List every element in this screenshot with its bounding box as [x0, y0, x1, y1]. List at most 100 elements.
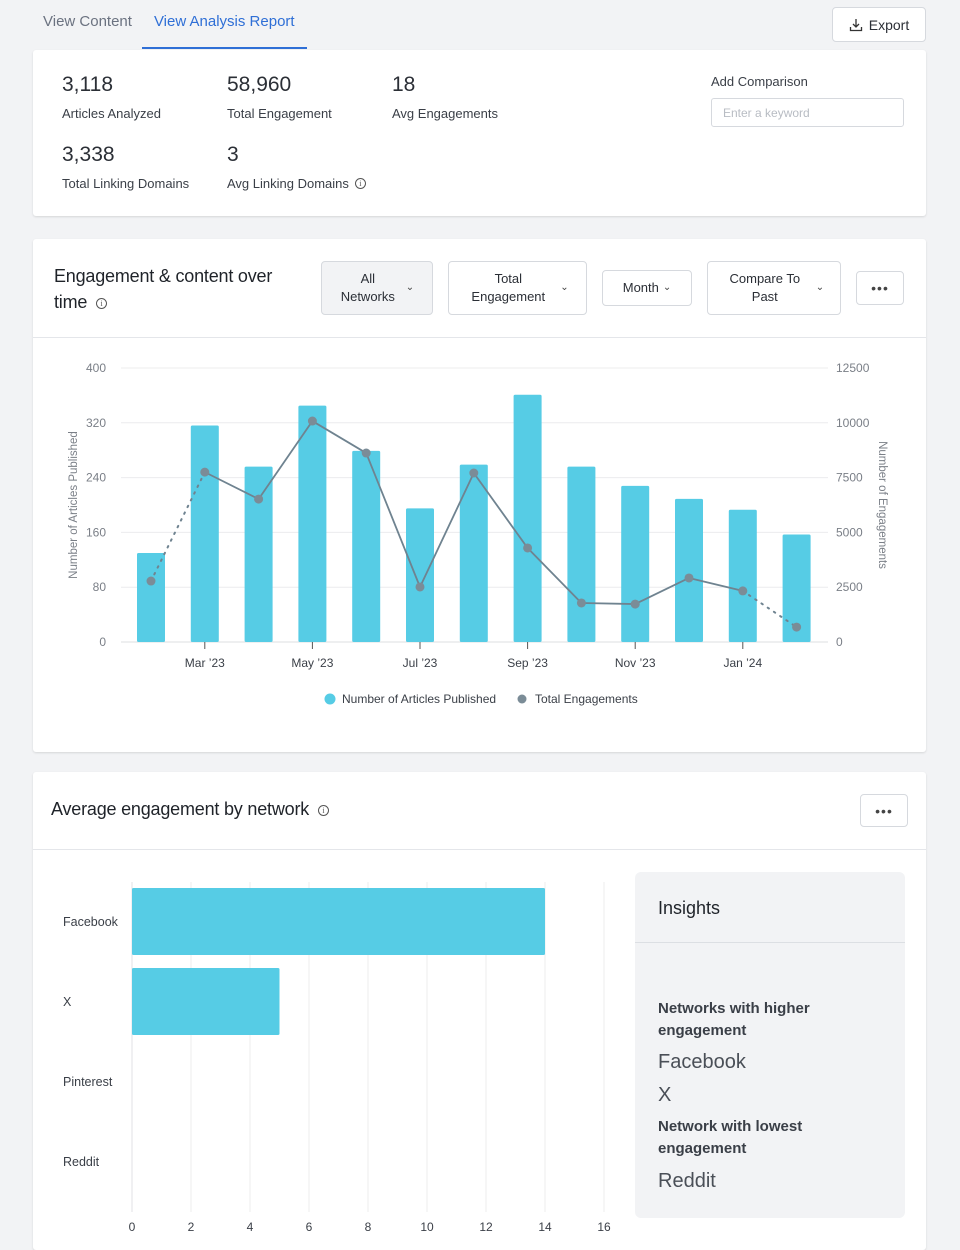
y-tick-label-right: 12500 [836, 361, 870, 375]
more-options-button[interactable]: ••• [860, 794, 908, 827]
category-label: Pinterest [63, 1075, 113, 1089]
stat-total-engagement: 58,960 Total Engagement [227, 73, 332, 121]
category-label: Reddit [63, 1155, 100, 1169]
metric-dropdown-value: Total Engagement [471, 271, 546, 304]
y-tick-label-left: 0 [99, 635, 106, 649]
x-tick-label: Jul ’23 [403, 656, 438, 670]
x-tick-label: Jan ’24 [723, 656, 762, 670]
x-tick-label: 4 [247, 1220, 254, 1234]
chevron-down-icon: ⌄ [815, 282, 825, 293]
bar-articles-11 [728, 509, 757, 642]
info-icon[interactable]: i [354, 178, 366, 189]
period-dropdown-value: Month [622, 280, 659, 295]
stat-value: 3 [227, 143, 239, 166]
stat-articles-analyzed: 3,118 Articles Analyzed [62, 73, 161, 121]
more-icon: ••• [871, 280, 889, 296]
network-bar-chart: 0 2 4 6 8 10 12 14 16 Facebook X Pinterest Reddit [63, 882, 611, 1234]
point-engagements-8 [576, 598, 586, 608]
y-tick-label-right: 2500 [836, 580, 863, 594]
x-tick-label: Nov ’23 [615, 656, 656, 670]
summary-stats-card: 3,118 Articles Analyzed 58,960 Total Eng… [33, 50, 926, 216]
chevron-down-icon: ⌄ [560, 282, 569, 293]
x-tick-label: Sep ’23 [507, 656, 548, 670]
avg-engagement-by-network-card: Average engagement by network i ••• 0 2 4 6… [33, 772, 926, 1250]
point-engagements-2 [254, 494, 264, 504]
legend-marker-engagements [517, 694, 527, 704]
bar-articles-1 [190, 425, 219, 642]
bar-articles-7 [513, 394, 542, 642]
higher-network-item: X [658, 1084, 672, 1106]
insights-title: Insights [658, 898, 721, 918]
compare-dropdown[interactable]: Compare To Past ⌄ [707, 261, 841, 315]
bar-articles-8 [567, 466, 596, 642]
export-button[interactable]: Export [832, 7, 926, 42]
y-axis-label-left: Number of Articles Published [68, 431, 80, 579]
card-title-text: Average engagement by network [51, 799, 310, 819]
card-title: Average engagement by network i [51, 799, 329, 820]
line-segment-engagements [580, 602, 637, 605]
y-tick-label-right: 7500 [836, 471, 863, 485]
chevron-down-icon: ⌄ [405, 282, 415, 293]
engagement-over-time-card: Engagement & content over time i All Net… [33, 239, 926, 752]
bar-articles-0 [137, 552, 165, 642]
chart-legend: Number of Articles Published Total Engage… [324, 692, 638, 706]
card-header: Engagement & content over time i All Net… [33, 239, 926, 338]
tab-view-content[interactable]: View Content [30, 0, 142, 49]
x-tick-label: 10 [420, 1220, 434, 1234]
x-tick-label: 12 [479, 1220, 493, 1234]
period-dropdown[interactable]: Month ⌄ [602, 270, 692, 306]
network-dropdown[interactable]: All Networks ⌄ [321, 261, 433, 315]
bar-articles-10 [675, 498, 703, 642]
y-tick-label-right: 0 [836, 635, 843, 649]
info-icon[interactable]: i [317, 805, 329, 816]
y-tick-label-right: 5000 [836, 525, 863, 539]
y-tick-label-left: 80 [93, 580, 107, 594]
bar-articles-9 [621, 485, 650, 642]
point-engagements-9 [630, 599, 640, 609]
y-tick-label-left: 400 [86, 361, 106, 375]
y-tick-label-right: 10000 [836, 416, 870, 430]
legend-label-engagements: Total Engagements [535, 692, 638, 706]
tab-bar: View Content View Analysis Report [30, 0, 307, 50]
info-icon[interactable]: i [96, 298, 108, 309]
y-tick-label-left: 320 [86, 416, 106, 430]
insights-panel: Insights Networks with higher engagement… [635, 872, 905, 1218]
comparison-keyword-input[interactable] [711, 98, 904, 127]
x-tick-label: 14 [538, 1220, 552, 1234]
x-tick-label: 0 [129, 1220, 136, 1234]
more-options-button[interactable]: ••• [856, 271, 904, 305]
stat-total-linking-domains: 3,338 Total Linking Domains [62, 143, 189, 191]
stat-label: Articles Analyzed [62, 106, 161, 121]
bar-articles-5 [406, 508, 434, 642]
category-label: X [63, 995, 72, 1009]
stat-label: Total Linking Domains [62, 176, 190, 191]
stat-value: 3,118 [62, 73, 113, 96]
higher-engagement-heading: Networks with higher engagement [658, 1000, 810, 1039]
engagement-combo-chart: 0 80 160 240 320 400 0 2500 5000 7500 10000 12500 Nu… [68, 361, 888, 706]
add-comparison-label: Add Comparison [711, 74, 808, 89]
lowest-network-item: Reddit [658, 1170, 716, 1192]
x-tick-label: Mar ’23 [185, 656, 225, 670]
x-tick-label: 6 [306, 1220, 313, 1234]
point-engagements-4 [361, 448, 371, 458]
lowest-engagement-heading: Network with lowest engagement [658, 1118, 803, 1157]
stat-value: 18 [392, 73, 416, 96]
legend-label-articles: Number of Articles Published [342, 692, 496, 706]
bar-x [132, 968, 280, 1035]
stat-label: Total Engagement [227, 106, 332, 121]
bar-articles-6 [459, 464, 488, 642]
stat-label: Avg Engagements [392, 106, 498, 121]
download-icon [849, 18, 862, 31]
more-icon: ••• [875, 802, 893, 819]
bar-articles-3 [298, 405, 327, 642]
chevron-down-icon: ⌄ [662, 282, 672, 293]
compare-dropdown-value: Compare To Past [729, 271, 801, 304]
divider [635, 942, 905, 943]
higher-network-item: Facebook [658, 1051, 746, 1073]
point-engagements-12 [792, 622, 802, 632]
point-engagements-0 [146, 576, 156, 586]
metric-dropdown[interactable]: Total Engagement ⌄ [448, 261, 587, 315]
stat-label: Avg Linking Domains [227, 176, 349, 191]
tab-view-analysis-report[interactable]: View Analysis Report [141, 0, 307, 49]
y-tick-label-left: 240 [86, 471, 106, 485]
